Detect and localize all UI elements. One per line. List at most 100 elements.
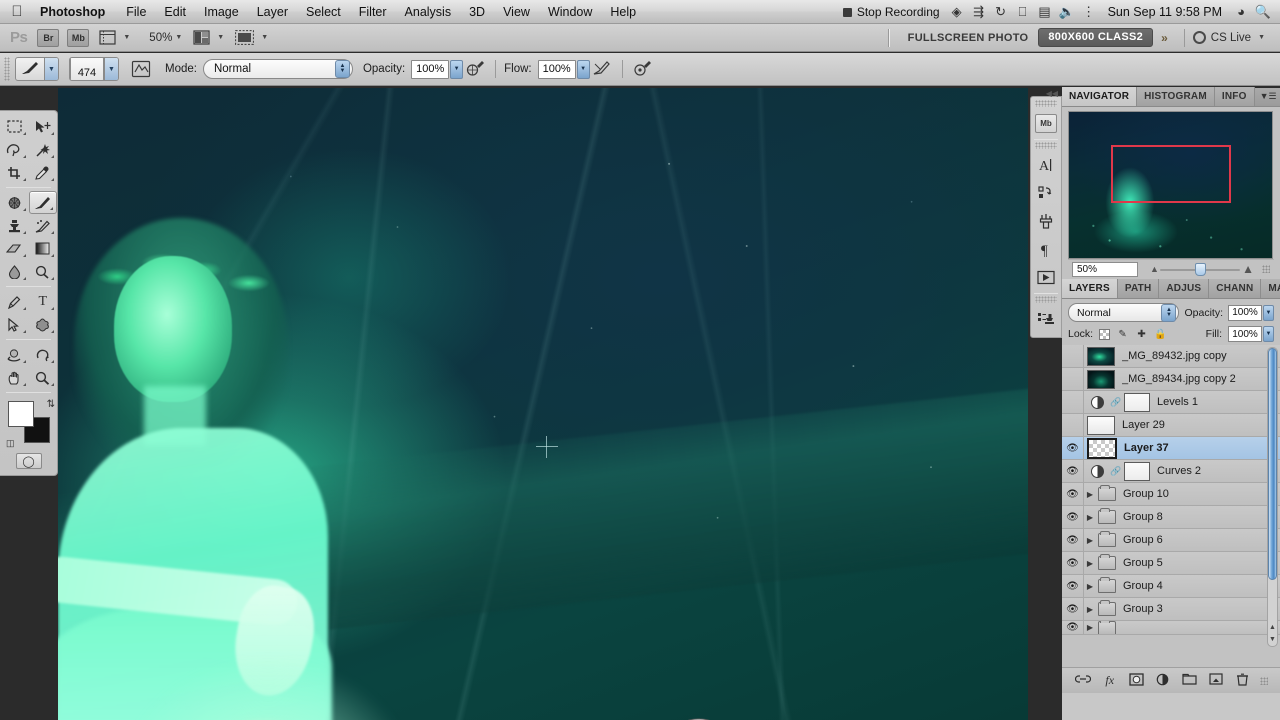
flow-value[interactable]: 100% (537, 59, 576, 79)
layers-panel-resize-gripper[interactable] (1259, 676, 1268, 685)
timemachine-icon[interactable]: ↻ (990, 0, 1012, 24)
display-icon[interactable]: ⎕ (1012, 0, 1034, 24)
menu-item-filter[interactable]: Filter (350, 0, 396, 24)
menu-item-help[interactable]: Help (601, 0, 645, 24)
dock-gripper-3[interactable] (1035, 296, 1057, 303)
foreground-color-swatch[interactable] (8, 401, 34, 427)
character-panel-icon[interactable]: A (1031, 151, 1061, 179)
group-expand-chevron-icon[interactable]: ▶ (1084, 559, 1096, 568)
layer-visibility-toggle[interactable]: 👁 (1062, 437, 1084, 459)
layer-visibility-toggle[interactable]: 👁 (1062, 552, 1084, 574)
layers-list[interactable]: _MG_89432.jpg copy _MG_89434.jpg copy 2 … (1062, 345, 1280, 667)
layers-scrollbar-thumb[interactable] (1268, 348, 1277, 580)
layer-visibility-toggle[interactable]: 👁 (1062, 483, 1084, 505)
layer-name[interactable]: _MG_89432.jpg copy (1122, 350, 1227, 362)
blur-tool[interactable] (0, 260, 29, 283)
eraser-tool[interactable] (0, 237, 29, 260)
layer-thumbnail[interactable] (1087, 369, 1115, 389)
collapse-panels-icon[interactable]: ◀◀ (1046, 89, 1058, 98)
flow-control[interactable]: 100% ▼ (537, 59, 590, 79)
lock-position-icon[interactable]: ✚ (1135, 329, 1148, 340)
3d-rotate-tool[interactable] (0, 343, 29, 366)
layer-visibility-toggle[interactable]: 👁 (1062, 529, 1084, 551)
history-brush-tool[interactable] (29, 214, 58, 237)
magic-wand-tool[interactable] (29, 138, 58, 161)
group-expand-chevron-icon[interactable]: ▶ (1084, 623, 1096, 632)
path-selection-tool[interactable] (0, 313, 29, 336)
actions-panel-icon[interactable] (1031, 179, 1061, 207)
layer-name[interactable]: Group 5 (1123, 557, 1163, 569)
tablet-pressure-opacity-icon[interactable] (463, 59, 487, 79)
paragraph-panel-icon[interactable]: ¶ (1031, 235, 1061, 263)
layer-blend-mode-select[interactable]: Normal ▲ ▼ (1068, 303, 1180, 322)
menu-item-photoshop[interactable]: Photoshop (34, 0, 117, 24)
group-expand-chevron-icon[interactable]: ▶ (1084, 513, 1096, 522)
menu-item-window[interactable]: Window (539, 0, 601, 24)
layer-visibility-toggle[interactable]: 👁 (1062, 460, 1084, 482)
cs-live-label[interactable]: CS Live (1211, 32, 1255, 44)
layer-name[interactable]: Group 6 (1123, 534, 1163, 546)
workspace-fullscreen-photo[interactable]: FULLSCREEN PHOTO (898, 32, 1039, 44)
equalizer-icon[interactable]: ▤ (1034, 0, 1056, 24)
arrange-documents-icon[interactable] (191, 29, 212, 47)
layer-style-fx-icon[interactable]: fx (1101, 673, 1119, 688)
table-row[interactable]: 👁 ▶ Group 6 (1062, 529, 1280, 552)
table-row[interactable]: 👁 ▶ Group 5 (1062, 552, 1280, 575)
blend-mode-spinner-icon[interactable]: ▲ ▼ (334, 60, 350, 78)
tab-paths[interactable]: PATH (1117, 279, 1160, 298)
layer-opacity-control[interactable]: 100% ▼ (1228, 304, 1274, 321)
group-expand-chevron-icon[interactable]: ▶ (1084, 490, 1096, 499)
layer-fill-chevron-down-icon[interactable]: ▼ (1263, 326, 1274, 342)
adjustment-layer-icon[interactable] (1084, 464, 1110, 478)
dodge-tool[interactable] (29, 260, 58, 283)
swap-colors-icon[interactable]: ⇅ (47, 399, 55, 410)
menu-item-image[interactable]: Image (195, 0, 248, 24)
crop-tool[interactable] (0, 161, 29, 184)
tab-masks[interactable]: MASKS (1261, 279, 1280, 298)
group-expand-chevron-icon[interactable]: ▶ (1084, 536, 1096, 545)
layer-blend-mode-spinner-icon[interactable]: ▲ ▼ (1161, 303, 1177, 322)
3d-orbit-tool[interactable] (29, 343, 58, 366)
flow-chevron-down-icon[interactable]: ▼ (576, 59, 590, 79)
layer-name[interactable]: Group 4 (1123, 580, 1163, 592)
table-row[interactable]: 👁 ▶ Group 4 (1062, 575, 1280, 598)
more-workspaces-chevron-icon[interactable]: » (1153, 31, 1176, 45)
navigator-zoom-value[interactable]: 50% (1072, 261, 1138, 277)
tab-channels[interactable]: CHANN (1209, 279, 1262, 298)
layer-mask-thumbnail[interactable] (1124, 461, 1150, 481)
bluetooth-icon[interactable]: ⋮ (1078, 0, 1100, 24)
lasso-tool[interactable] (0, 138, 29, 161)
group-expand-chevron-icon[interactable]: ▶ (1084, 582, 1096, 591)
table-row[interactable]: 👁 ▶ (1062, 621, 1280, 635)
layer-thumbnail[interactable] (1087, 415, 1115, 435)
layer-thumbnail[interactable] (1087, 437, 1117, 459)
tab-histogram[interactable]: HISTOGRAM (1137, 87, 1215, 106)
clone-source-panel-icon[interactable] (1031, 305, 1061, 333)
brush-panel-toggle-icon[interactable] (129, 60, 153, 78)
layer-visibility-toggle[interactable]: 👁 (1062, 598, 1084, 620)
zoom-out-icon[interactable]: ▲ (1150, 264, 1159, 274)
table-row[interactable]: 👁 ▶ Group 3 (1062, 598, 1280, 621)
opacity-chevron-down-icon[interactable]: ▼ (450, 59, 464, 79)
table-row[interactable]: _MG_89432.jpg copy (1062, 345, 1280, 368)
table-row[interactable]: Layer 29 (1062, 414, 1280, 437)
tab-adjustments[interactable]: ADJUS (1159, 279, 1210, 298)
quick-mask-icon[interactable]: ◯ (15, 453, 42, 469)
layer-fill-value[interactable]: 100% (1228, 326, 1262, 342)
navigator-panel-menu-icon[interactable]: ▼☰ (1255, 87, 1280, 106)
dropbox-icon[interactable]: ◈ (946, 0, 968, 24)
tab-navigator[interactable]: NAVIGATOR (1062, 87, 1138, 106)
launch-mini-bridge-button[interactable]: Mb (67, 28, 90, 47)
layer-visibility-toggle[interactable] (1062, 391, 1084, 413)
navigator-resize-gripper[interactable] (1262, 265, 1270, 273)
type-tool[interactable]: T (29, 290, 58, 313)
brush-presets-icon[interactable] (1031, 207, 1061, 235)
zoom-level-value[interactable]: 50% (149, 32, 172, 44)
menu-item-select[interactable]: Select (297, 0, 350, 24)
pen-tool[interactable] (0, 290, 29, 313)
layer-fill-control[interactable]: 100% ▼ (1228, 326, 1274, 342)
delete-layer-icon[interactable] (1233, 673, 1251, 689)
mini-bridge-dock-icon[interactable]: Mb (1031, 109, 1061, 137)
lock-all-icon[interactable]: 🔒 (1154, 329, 1167, 340)
menu-item-view[interactable]: View (494, 0, 539, 24)
